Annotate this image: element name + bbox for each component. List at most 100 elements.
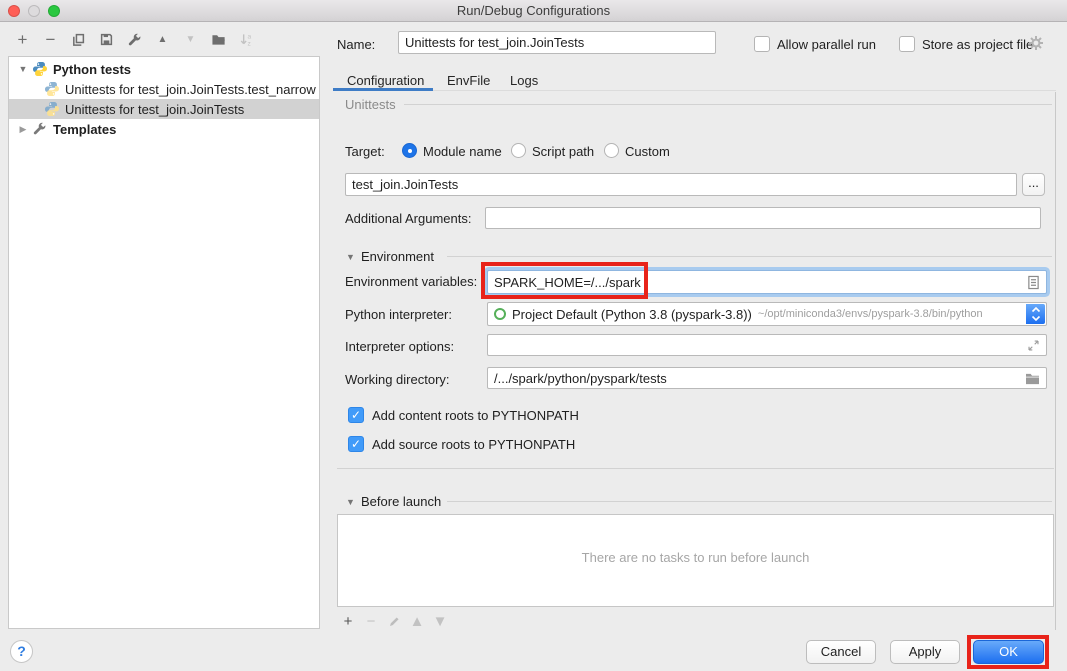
allow-parallel-run-label: Allow parallel run: [777, 37, 876, 52]
add-source-roots-checkbox[interactable]: ✓: [348, 436, 364, 452]
python-interpreter-label: Python interpreter:: [345, 307, 452, 322]
tab-logs[interactable]: Logs: [510, 73, 538, 88]
add-task-button[interactable]: +: [341, 613, 355, 629]
environment-expander-icon[interactable]: ▼: [346, 252, 355, 262]
name-label: Name:: [337, 37, 375, 52]
combobox-stepper[interactable]: [1026, 304, 1045, 324]
environment-variables-input[interactable]: [494, 275, 1027, 290]
add-source-roots-label: Add source roots to PYTHONPATH: [372, 437, 575, 452]
store-as-project-file-label: Store as project file: [922, 37, 1033, 52]
save-configuration-button[interactable]: [98, 31, 115, 48]
working-directory-label: Working directory:: [345, 372, 450, 387]
svg-text:a: a: [247, 34, 251, 41]
unittests-group-bottom-border: [337, 468, 1054, 469]
edit-templates-button[interactable]: [126, 31, 143, 48]
move-up-button[interactable]: ▲: [154, 31, 171, 48]
python-interpreter-value: Project Default (Python 3.8 (pyspark-3.8…: [512, 307, 752, 322]
save-icon: [99, 32, 114, 47]
copy-configuration-button[interactable]: [70, 31, 87, 48]
environment-variables-field[interactable]: [487, 270, 1047, 294]
move-task-up-button: ▲: [410, 613, 424, 629]
wrench-icon: [127, 32, 142, 47]
target-module-name-radio[interactable]: [402, 143, 417, 158]
working-directory-field[interactable]: [487, 367, 1047, 389]
python-interpreter-combobox[interactable]: Project Default (Python 3.8 (pyspark-3.8…: [487, 302, 1047, 326]
environment-section-rule: [447, 256, 1052, 257]
tree-item-label: Templates: [53, 122, 116, 137]
configurations-toolbar: + − ▲ ▼ az: [14, 31, 255, 48]
interpreter-options-field[interactable]: [487, 334, 1047, 356]
expander-open-icon[interactable]: ▼: [17, 64, 29, 74]
pencil-icon: [388, 615, 401, 628]
add-content-roots-checkbox[interactable]: ✓: [348, 407, 364, 423]
working-directory-input[interactable]: [494, 371, 1025, 386]
module-name-field[interactable]: [345, 173, 1017, 196]
store-project-gear-icon[interactable]: [1028, 35, 1044, 51]
tree-item-unittest-narrow[interactable]: Unittests for test_join.JoinTests.test_n…: [9, 79, 319, 99]
run-debug-configurations-dialog: Run/Debug Configurations + − ▲ ▼ az: [0, 0, 1067, 671]
target-custom-radio[interactable]: [604, 143, 619, 158]
environment-section-title: Environment: [361, 249, 434, 264]
svg-text:z: z: [247, 41, 250, 47]
titlebar: Run/Debug Configurations: [0, 0, 1067, 22]
additional-arguments-field[interactable]: [485, 207, 1041, 229]
configurations-tree: ▼ Python tests Unittests for test_join.J…: [8, 56, 320, 629]
new-folder-button[interactable]: [210, 31, 227, 48]
before-launch-section-rule: [447, 501, 1052, 502]
apply-button[interactable]: Apply: [890, 640, 960, 664]
add-configuration-button[interactable]: +: [14, 31, 31, 48]
python-test-icon: [44, 81, 60, 97]
tree-item-label: Unittests for test_join.JoinTests: [65, 102, 244, 117]
move-task-down-button: ▼: [433, 613, 447, 629]
browse-folder-icon[interactable]: [1025, 372, 1040, 385]
tree-item-label: Python tests: [53, 62, 131, 77]
target-label: Target:: [345, 144, 385, 159]
store-as-project-file-checkbox[interactable]: [899, 36, 915, 52]
new-folder-icon: [211, 32, 227, 47]
content-right-border: [1055, 92, 1056, 630]
environment-variables-label: Environment variables:: [345, 274, 477, 289]
python-test-icon: [44, 101, 60, 117]
before-launch-expander-icon[interactable]: ▼: [346, 497, 355, 507]
expander-closed-icon[interactable]: ▶: [17, 124, 29, 135]
name-field[interactable]: [398, 31, 716, 54]
browse-env-vars-icon[interactable]: [1027, 275, 1040, 290]
ok-button[interactable]: OK: [973, 640, 1044, 664]
move-down-button: ▼: [182, 31, 199, 48]
additional-arguments-label: Additional Arguments:: [345, 211, 471, 226]
name-input[interactable]: [405, 35, 709, 50]
tab-envfile[interactable]: EnvFile: [447, 73, 490, 88]
target-custom-label: Custom: [625, 144, 670, 159]
remove-task-button: −: [364, 613, 378, 629]
tab-configuration[interactable]: Configuration: [347, 73, 424, 88]
interpreter-options-input[interactable]: [494, 338, 1027, 353]
tree-item-templates[interactable]: ▶ Templates: [9, 119, 319, 139]
sort-az-icon: az: [239, 32, 254, 47]
edit-task-button: [387, 613, 401, 629]
tree-item-label: Unittests for test_join.JoinTests.test_n…: [65, 82, 316, 97]
tab-divider: [335, 90, 1056, 91]
interpreter-options-label: Interpreter options:: [345, 339, 454, 354]
remove-configuration-button[interactable]: −: [42, 31, 59, 48]
additional-arguments-input[interactable]: [492, 211, 1034, 226]
chevron-down-icon: [1031, 315, 1041, 321]
target-script-path-radio[interactable]: [511, 143, 526, 158]
cancel-button[interactable]: Cancel: [806, 640, 876, 664]
python-interpreter-path: ~/opt/miniconda3/envs/pyspark-3.8/bin/py…: [758, 308, 983, 320]
tree-item-unittest-jointests-selected[interactable]: Unittests for test_join.JoinTests: [9, 99, 319, 119]
copy-icon: [71, 32, 86, 47]
tree-item-python-tests[interactable]: ▼ Python tests: [9, 59, 319, 79]
help-button[interactable]: ?: [10, 640, 33, 663]
target-script-path-label: Script path: [532, 144, 594, 159]
unittests-group-rule: [404, 104, 1052, 105]
active-tab-indicator: [333, 88, 433, 91]
chevron-up-icon: [1031, 307, 1041, 313]
templates-wrench-icon: [32, 121, 48, 137]
browse-module-button[interactable]: ...: [1022, 173, 1045, 196]
target-module-name-label: Module name: [423, 144, 502, 159]
module-name-input[interactable]: [352, 177, 1010, 192]
expand-field-icon[interactable]: [1027, 339, 1040, 352]
unittests-group-title: Unittests: [345, 97, 396, 112]
allow-parallel-run-checkbox[interactable]: [754, 36, 770, 52]
conda-env-icon: [494, 308, 506, 320]
